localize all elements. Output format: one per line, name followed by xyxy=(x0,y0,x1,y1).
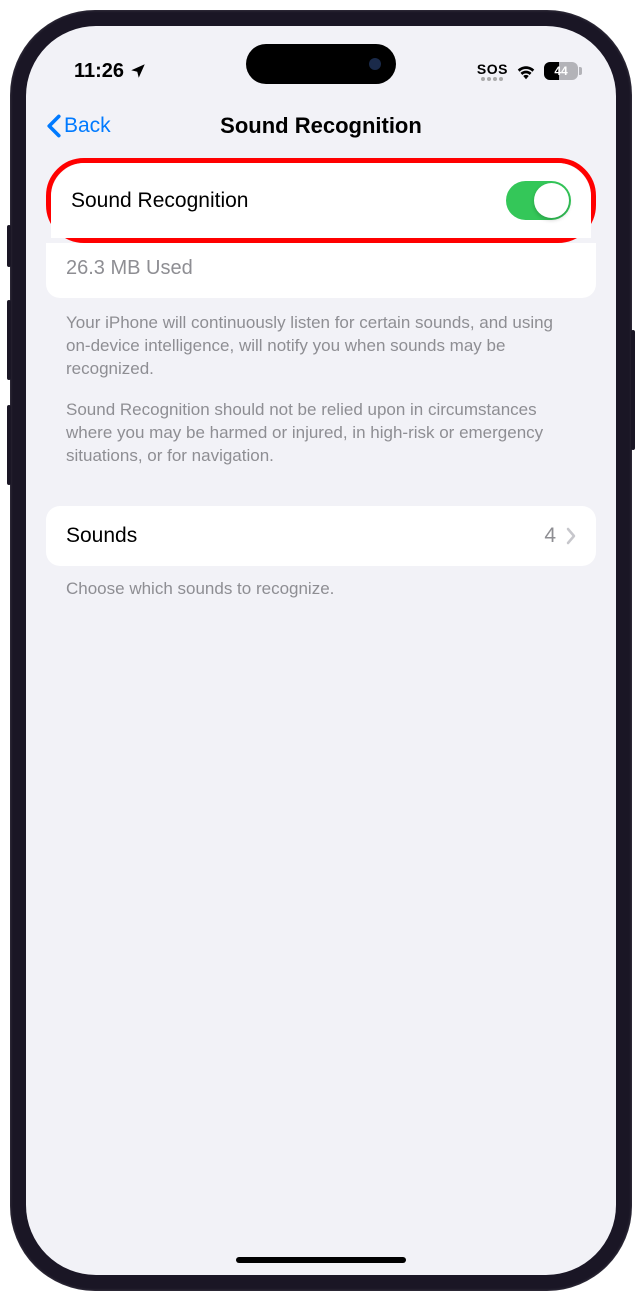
back-button[interactable]: Back xyxy=(46,114,111,138)
phone-screen: 11:26 SOS 44 Back Sound Recognition xyxy=(26,26,616,1275)
status-time: 11:26 xyxy=(74,60,124,83)
chevron-left-icon xyxy=(46,114,62,138)
home-indicator[interactable] xyxy=(236,1257,406,1263)
side-button-mute xyxy=(7,225,11,267)
location-icon xyxy=(129,62,147,80)
sounds-label: Sounds xyxy=(66,524,137,548)
back-label: Back xyxy=(64,114,111,138)
toggle-knob xyxy=(534,183,569,218)
sound-recognition-toggle[interactable] xyxy=(506,181,571,220)
storage-used-label: 26.3 MB Used xyxy=(46,243,596,298)
page-title: Sound Recognition xyxy=(26,113,616,139)
sounds-count: 4 xyxy=(544,524,556,548)
sound-recognition-toggle-row[interactable]: Sound Recognition xyxy=(51,163,591,238)
phone-frame: 11:26 SOS 44 Back Sound Recognition xyxy=(10,10,632,1291)
sounds-footer-text: Choose which sounds to recognize. xyxy=(46,566,596,629)
sounds-row[interactable]: Sounds 4 xyxy=(46,506,596,566)
side-button-volume-down xyxy=(7,405,11,485)
side-button-volume-up xyxy=(7,300,11,380)
highlight-annotation: Sound Recognition xyxy=(46,158,596,243)
description-text: Your iPhone will continuously listen for… xyxy=(46,298,596,496)
toggle-label: Sound Recognition xyxy=(71,189,248,213)
side-button-power xyxy=(631,330,635,450)
dynamic-island xyxy=(246,44,396,84)
battery-indicator: 44 xyxy=(544,62,578,80)
sos-indicator: SOS xyxy=(477,62,508,81)
wifi-icon xyxy=(515,62,537,80)
nav-bar: Back Sound Recognition xyxy=(26,96,616,158)
chevron-right-icon xyxy=(566,527,576,545)
